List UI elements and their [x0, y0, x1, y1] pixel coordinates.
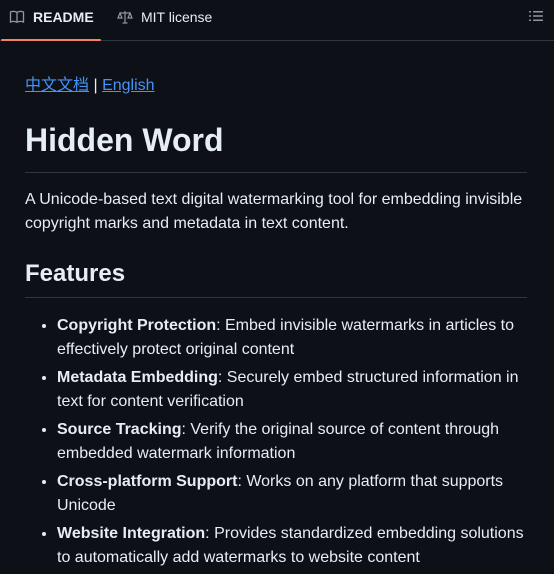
book-icon	[9, 9, 25, 25]
readme-tab-bar: README MIT license	[0, 0, 554, 41]
chinese-docs-link[interactable]: 中文文档	[25, 77, 89, 94]
feature-name: Metadata Embedding	[57, 369, 218, 386]
feature-name: Source Tracking	[57, 421, 182, 438]
features-heading: Features	[25, 259, 527, 298]
english-link[interactable]: English	[102, 77, 154, 94]
feature-name: Cross-platform Support	[57, 473, 238, 490]
list-item: Website Integration: Provides standardiz…	[57, 522, 527, 570]
project-description: A Unicode-based text digital watermarkin…	[25, 191, 523, 232]
outline-toggle-button[interactable]	[528, 8, 544, 24]
tab-license[interactable]: MIT license	[109, 0, 220, 33]
tab-readme-label: README	[33, 8, 94, 25]
tab-readme[interactable]: README	[1, 0, 101, 41]
list-item: Metadata Embedding: Securely embed struc…	[57, 366, 527, 414]
list-item: Copyright Protection: Embed invisible wa…	[57, 314, 527, 362]
feature-name: Website Integration	[57, 525, 206, 542]
readme-content: 中文文档 | English Hidden Word A Unicode-bas…	[0, 74, 554, 570]
features-list: Copyright Protection: Embed invisible wa…	[25, 314, 527, 570]
list-item: Source Tracking: Verify the original sou…	[57, 418, 527, 466]
tab-license-label: MIT license	[141, 8, 213, 25]
list-item: Cross-platform Support: Works on any pla…	[57, 470, 527, 518]
feature-name: Copyright Protection	[57, 317, 217, 334]
list-unordered-icon	[528, 11, 544, 28]
language-separator: |	[93, 77, 98, 94]
language-links: 中文文档 | English	[25, 74, 527, 98]
law-scale-icon	[117, 9, 133, 25]
page-title: Hidden Word	[25, 120, 527, 173]
